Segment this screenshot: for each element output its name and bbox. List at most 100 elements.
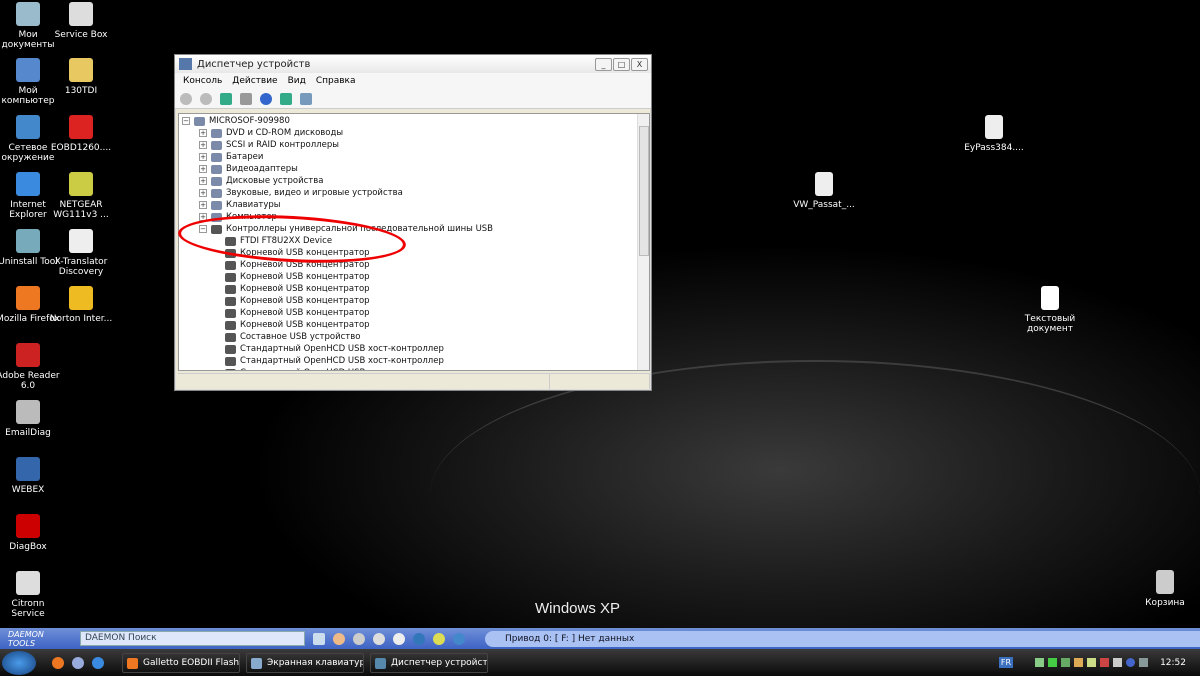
search-icon[interactable] [313,632,325,645]
disk-icon[interactable] [353,632,365,645]
desktop-icon-label: Service Box [54,30,108,40]
shortcut-icon [16,115,40,139]
help-icon[interactable] [453,632,465,645]
desktop-icon[interactable]: Adobe Reader 6.0 [0,343,60,391]
tray-icon[interactable] [1087,658,1097,667]
expand-toggle[interactable]: + [199,189,207,197]
tree-root[interactable]: − MICROSOF-909980 [182,115,290,127]
shortcut-icon [69,229,93,253]
menu-console[interactable]: Консоль [183,76,222,86]
menu-help[interactable]: Справка [316,76,356,86]
ie-quicklaunch-icon[interactable] [92,656,104,669]
ie-icon[interactable] [373,632,385,645]
start-button[interactable] [2,650,36,675]
desktop-icon[interactable]: WEBEX [0,457,60,495]
title-bar[interactable]: Диспетчер устройств _ □ X [175,55,651,73]
expand-toggle[interactable]: + [199,141,207,149]
tree-device[interactable]: Стандартный OpenHCD USB хост-контроллер [213,343,444,355]
tree-device[interactable]: Стандартный OpenHCD USB хост-контроллер [213,355,444,367]
expand-toggle[interactable]: − [182,117,190,125]
tree-category[interactable]: + Видеоадаптеры [199,163,298,175]
desktop-icon[interactable]: Корзина [1133,570,1197,608]
desktop-icon[interactable]: VW_Passat_... [792,172,856,210]
back-icon[interactable] [180,92,192,105]
menu-view[interactable]: Вид [288,76,306,86]
quicklaunch-icon[interactable] [72,656,84,669]
usb-device-icon [225,356,236,366]
expand-toggle[interactable]: + [199,201,207,209]
maximize-button[interactable]: □ [613,57,630,71]
antivirus-icon[interactable] [1074,658,1084,667]
tree-item-label: Корневой USB концентратор [240,284,370,294]
help-icon[interactable] [260,92,272,105]
expand-toggle[interactable]: + [199,153,207,161]
daemon-logo[interactable]: DAEMON TOOLS [0,630,70,648]
minimize-button[interactable]: _ [595,57,612,71]
desktop-icon[interactable]: Service Box [49,2,113,40]
desktop-icon[interactable]: Norton Inter... [49,286,113,324]
drive-status[interactable]: Привод 0: [ F: ] Нет данных [485,630,1200,647]
tree-device[interactable]: Корневой USB концентратор [213,307,370,319]
shortcut-icon [69,172,93,196]
vertical-scrollbar[interactable] [637,114,649,370]
desktop-icon[interactable]: NETGEAR WG111v3 ... [49,172,113,220]
tray-icon[interactable] [1061,658,1071,667]
print-icon[interactable] [240,92,252,105]
desktop-icon[interactable]: EOBD1260.... [49,115,113,153]
tree-category[interactable]: + Батареи [199,151,263,163]
mount-icon[interactable] [333,632,345,645]
language-indicator[interactable]: FR [998,657,1014,668]
daemon-search-input[interactable]: DAEMON Поиск [80,631,305,646]
toolbar [175,89,651,109]
close-button[interactable]: X [631,57,648,71]
signal-icon[interactable] [1035,658,1045,667]
menu-action[interactable]: Действие [232,76,277,86]
desktop-icon[interactable]: EyPass384.... [962,115,1026,153]
shortcut-icon [16,571,40,595]
shortcut-icon [16,286,40,310]
up-level-icon[interactable] [220,92,232,105]
tree-device[interactable]: Составное USB устройство [213,331,360,343]
tree-category[interactable]: + Клавиатуры [199,199,281,211]
taskbar-button[interactable]: Galletto EOBDII Flash... [122,652,240,673]
tray-icon[interactable] [1139,658,1149,667]
tip-icon[interactable] [433,632,445,645]
firefox-quicklaunch-icon[interactable] [52,656,64,669]
tree-category[interactable]: + Звуковые, видео и игровые устройства [199,187,403,199]
taskbar-button[interactable]: Экранная клавиатура [246,652,364,673]
desktop-icon[interactable]: X-Translator Discovery [49,229,113,277]
scan-hardware-icon[interactable] [300,92,312,105]
tree-device[interactable]: Корневой USB концентратор [213,319,370,331]
wifi-icon[interactable] [1100,658,1110,667]
clock[interactable]: 12:52 [1160,658,1186,668]
network-icon[interactable] [1048,658,1058,667]
desktop-icon[interactable]: 130TDI [49,58,113,96]
expand-toggle[interactable]: + [199,165,207,173]
tree-category[interactable]: + DVD и CD-ROM дисководы [199,127,343,139]
desktop-icon[interactable]: Citroпn Service [0,571,60,619]
desktop-icon-label: VW_Passat_... [793,200,855,210]
tree-device[interactable]: Корневой USB концентратор [213,295,370,307]
forward-icon[interactable] [200,92,212,105]
device-category-icon [211,176,222,186]
app-icon [251,657,262,669]
volume-icon[interactable] [1113,658,1123,667]
expand-toggle[interactable]: + [199,129,207,137]
desktop-icon-label: Norton Inter... [49,314,113,324]
tree-device[interactable]: Стандартный OpenHCD USB хост-контроллер [213,367,444,370]
globe-icon[interactable] [413,632,425,645]
desktop-icon[interactable]: EmailDiag [0,400,60,438]
tree-category[interactable]: + Дисковые устройства [199,175,323,187]
tree-device[interactable]: Корневой USB концентратор [213,283,370,295]
bluetooth-icon[interactable] [1126,658,1136,667]
tree-item-label: Корневой USB концентратор [240,272,370,282]
tools-icon[interactable] [393,632,405,645]
usb-device-icon [225,272,236,282]
desktop-icon[interactable]: Текстовый документ [1018,286,1082,334]
tree-category[interactable]: + SCSI и RAID контроллеры [199,139,339,151]
tree-device[interactable]: Корневой USB концентратор [213,271,370,283]
properties-icon[interactable] [280,92,292,105]
expand-toggle[interactable]: + [199,177,207,185]
desktop-icon[interactable]: DiagBox [0,514,60,552]
taskbar-button[interactable]: Диспетчер устройств [370,652,488,673]
